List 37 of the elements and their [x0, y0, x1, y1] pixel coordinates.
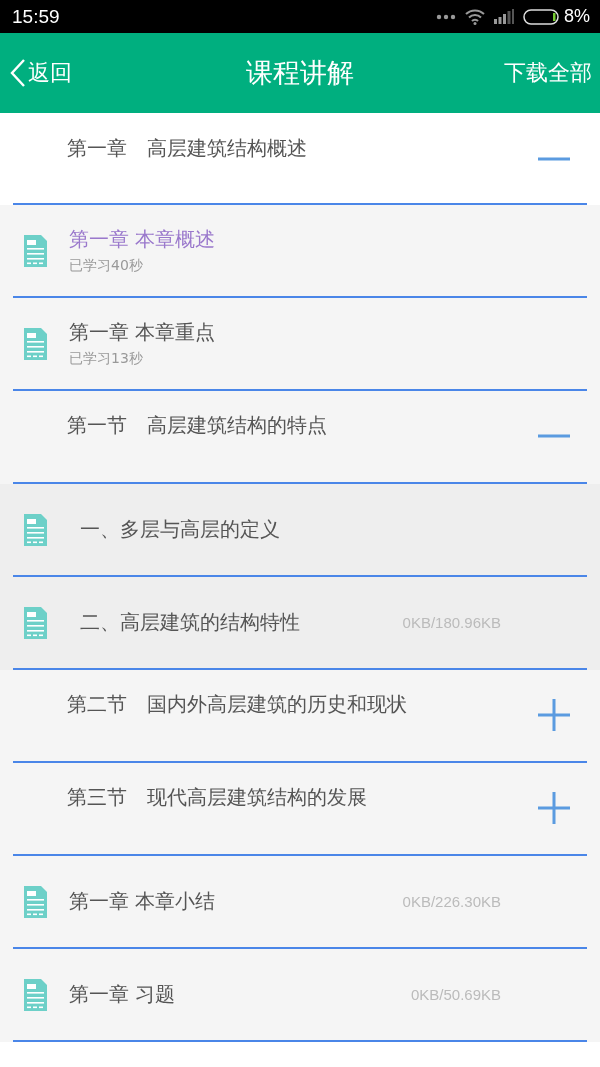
- lesson-title: 第一章 习题: [69, 981, 176, 1008]
- expand-icon[interactable]: [538, 792, 570, 824]
- outline-heading: 第二节 国内外高层建筑的历史和现状: [67, 691, 407, 718]
- outline-heading: 第一节 高层建筑结构的特点: [67, 412, 327, 439]
- outline-heading: 第三节 现代高层建筑结构的发展: [67, 784, 367, 811]
- lesson-title: 第一章 本章小结: [69, 888, 216, 915]
- outline-row[interactable]: 第一节 高层建筑结构的特点: [0, 391, 600, 484]
- document-icon: [24, 513, 47, 546]
- document-icon: [24, 978, 47, 1011]
- signal-icon: [494, 9, 514, 24]
- lesson-title: 一、多层与高层的定义: [80, 516, 280, 543]
- document-icon: [24, 234, 47, 267]
- study-time: 已学习40秒: [69, 257, 144, 275]
- outline-row[interactable]: 第三节 现代高层建筑结构的发展: [0, 763, 600, 856]
- outline-row[interactable]: 第一章 本章小结 0KB/226.30KB: [0, 856, 600, 949]
- lesson-title: 二、高层建筑的结构特性: [80, 609, 300, 636]
- outline-row[interactable]: 第一章 本章重点 已学习13秒: [0, 298, 600, 391]
- battery-icon: [523, 8, 559, 25]
- page-title: 课程讲解: [246, 56, 354, 90]
- outline-heading: 第一章 高层建筑结构概述: [67, 135, 307, 162]
- expand-icon[interactable]: [538, 699, 570, 731]
- chevron-left-icon: [10, 59, 26, 87]
- outline-row[interactable]: 第二节 国内外高层建筑的历史和现状: [0, 670, 600, 763]
- document-icon: [24, 606, 47, 639]
- download-size: 0KB/226.30KB: [402, 893, 501, 910]
- clock: 15:59: [12, 5, 60, 28]
- outline-row[interactable]: 第一章 习题 0KB/50.69KB: [0, 949, 600, 1042]
- download-size: 0KB/50.69KB: [410, 986, 501, 1003]
- outline-row[interactable]: 一、多层与高层的定义: [0, 484, 600, 577]
- study-time: 已学习13秒: [69, 350, 144, 368]
- document-icon: [24, 327, 47, 360]
- lesson-title: 第一章 本章概述: [69, 226, 216, 253]
- wifi-icon: [465, 8, 485, 25]
- document-icon: [24, 885, 47, 918]
- battery-level: 8%: [564, 6, 590, 27]
- more-icon: [436, 13, 456, 20]
- lesson-title: 第一章 本章重点: [69, 319, 216, 346]
